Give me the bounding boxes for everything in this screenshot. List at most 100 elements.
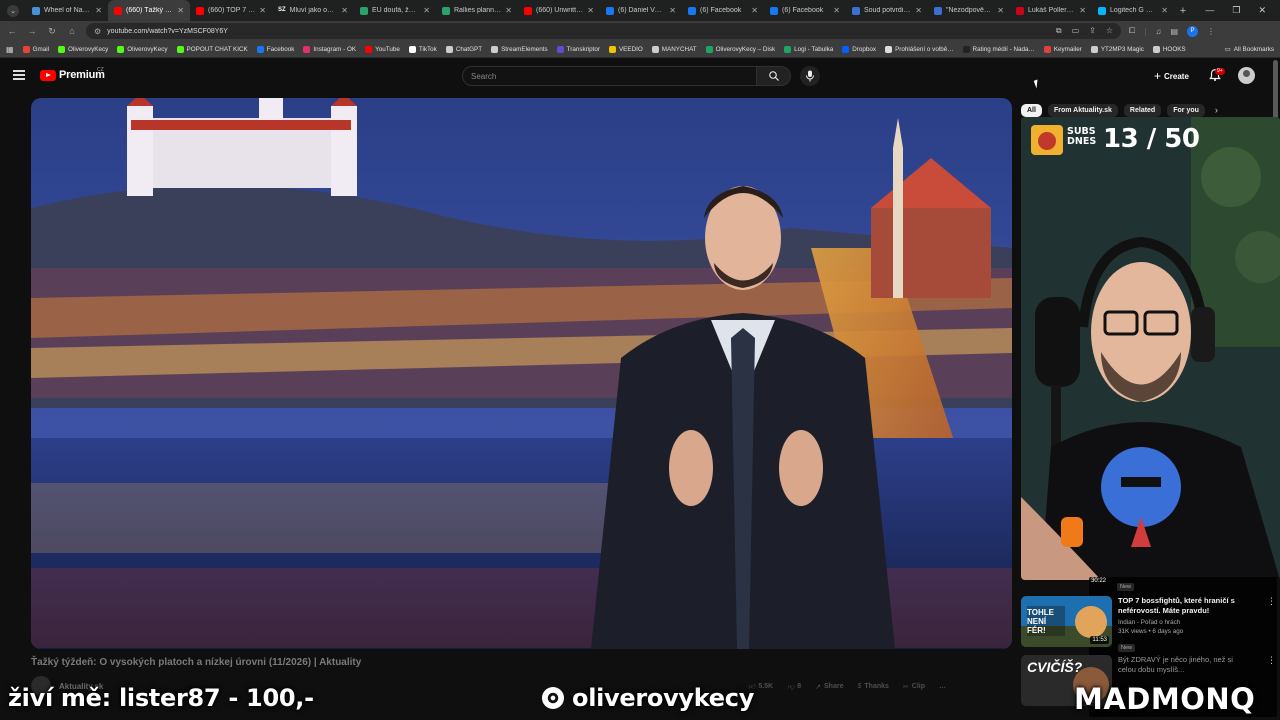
recommendation-item[interactable]: TOHLE NENÍ FÉR! 11:53 TOP 7 bossfightů, … (1021, 596, 1276, 654)
video-thumbnail[interactable]: TOHLE NENÍ FÉR! 11:53 (1021, 596, 1112, 647)
tab-close-icon[interactable]: ✕ (1161, 6, 1168, 15)
tab-close-icon[interactable]: ✕ (95, 6, 102, 15)
chevron-right-icon[interactable]: › (1215, 105, 1218, 115)
tab-close-icon[interactable]: ✕ (259, 6, 266, 15)
browser-tab[interactable]: (660) TOP 7 her z ✕ (190, 0, 272, 21)
site-info-icon[interactable]: ⚙ (94, 27, 101, 36)
bookmark-item[interactable]: OliverovyKecy – Disk (705, 45, 775, 53)
tab-close-icon[interactable]: ✕ (751, 6, 758, 15)
browser-tab[interactable]: (6) Daniel Vavra ✕ (600, 0, 682, 21)
chip-related[interactable]: Related (1123, 103, 1162, 117)
browser-tab[interactable]: EU doufá, že ma ✕ (354, 0, 436, 21)
video-player[interactable] (31, 98, 1012, 649)
browser-tab[interactable]: Rallies planned in✕ (436, 0, 518, 21)
voice-search-button[interactable] (800, 66, 820, 86)
bookmark-item[interactable]: YouTube (365, 45, 400, 53)
bookmark-item[interactable]: Keymailer (1043, 45, 1082, 53)
url-text: youtube.com/watch?v=YzMSCF08Y6Y (107, 27, 228, 35)
menu-kebab-icon[interactable]: ⋮ (1207, 27, 1215, 36)
tab-search-button[interactable]: ⌄ (0, 0, 26, 21)
bookmark-item[interactable]: StreamElements (491, 45, 548, 53)
recommendation-title[interactable]: TOP 7 bossfightů, které hraničí s neféro… (1118, 596, 1238, 616)
all-bookmarks-button[interactable]: ▭ All Bookmarks (1225, 46, 1274, 53)
media-icon[interactable]: ♫ (1155, 27, 1161, 36)
back-icon[interactable]: ← (6, 26, 18, 36)
tab-close-icon[interactable]: ✕ (997, 6, 1004, 15)
forward-icon[interactable]: → (26, 26, 38, 36)
bookmark-item[interactable]: POPOUT CHAT KICK (176, 45, 248, 53)
extensions-icon[interactable]: ⧠ (1129, 26, 1135, 36)
tab-close-icon[interactable]: ✕ (1079, 6, 1086, 15)
bookmark-item[interactable]: VEEDIO (608, 45, 643, 53)
youtube-logo[interactable]: Premium (40, 69, 105, 81)
browser-tab[interactable]: SZMluví jako on, dě✕ (272, 0, 354, 21)
tab-close-icon[interactable]: ✕ (915, 6, 922, 15)
browser-tab[interactable]: "Nezodpovědný ✕ (928, 0, 1010, 21)
share-button[interactable]: ↗ Share (815, 682, 843, 691)
search-button[interactable] (757, 66, 791, 86)
bookmark-item[interactable]: Facebook (256, 45, 294, 53)
apps-grid-icon[interactable]: ▦ (6, 45, 14, 54)
more-options-icon[interactable]: ⋮ (1267, 596, 1276, 654)
minimize-icon[interactable]: — (1205, 5, 1214, 16)
bookmark-favicon-icon (176, 45, 184, 53)
recommendation-channel[interactable]: Indian - Pořad o hrách (1118, 618, 1238, 627)
browser-tab[interactable]: Soud potvrdil po ✕ (846, 0, 928, 21)
dislike-button[interactable]: 👎︎ 8 (787, 682, 801, 691)
chip-all[interactable]: All (1021, 103, 1042, 117)
tab-close-icon[interactable]: ✕ (423, 6, 430, 15)
bookmark-item[interactable]: Logi - Tabulka (784, 45, 833, 53)
browser-tab[interactable]: Lukáš Pollert, oč ✕ (1010, 0, 1092, 21)
address-bar[interactable]: ⚙ youtube.com/watch?v=YzMSCF08Y6Y ⧉ ▭ ⇪ … (86, 23, 1121, 39)
chip-from-channel[interactable]: From Aktuality.sk (1047, 103, 1118, 117)
chip-for-you[interactable]: For you (1167, 103, 1205, 117)
tab-close-icon[interactable]: ✕ (833, 6, 840, 15)
tab-close-icon[interactable]: ✕ (341, 6, 348, 15)
bookmark-star-icon[interactable]: ☆ (1106, 26, 1113, 36)
browser-tab[interactable]: (6) Facebook ✕ (764, 0, 846, 21)
create-button[interactable]: + Create (1148, 67, 1195, 85)
thanks-icon: $ (857, 683, 862, 690)
bookmark-item[interactable]: YT2MP3 Magic (1090, 45, 1144, 53)
bookmark-item[interactable]: Instagram - OK (303, 45, 356, 53)
bookmark-item[interactable]: Prohlášení o volbě… (885, 45, 954, 53)
tab-close-icon[interactable]: ✕ (505, 6, 512, 15)
browser-tab[interactable]: (660) Ťažký týždeň✕ (108, 0, 190, 21)
bookmark-item[interactable]: OliverovyKecy (117, 45, 168, 53)
bookmark-item[interactable]: Rating médií - Nada… (962, 45, 1035, 53)
cast-icon[interactable]: ▭ (1072, 26, 1080, 36)
bookmark-item[interactable]: Transkriptor (556, 45, 600, 53)
tab-title: Rallies planned in (454, 7, 502, 14)
search-input[interactable]: Search (462, 66, 757, 86)
bookmark-item[interactable]: TikTok (408, 45, 437, 53)
tab-close-icon[interactable]: ✕ (177, 6, 184, 15)
browser-tab[interactable]: Logitech G PRO ✕ (1092, 0, 1174, 21)
bookmark-item[interactable]: HOOKS (1152, 45, 1186, 53)
tab-close-icon[interactable]: ✕ (669, 6, 676, 15)
browser-tab[interactable]: (6) Facebook ✕ (682, 0, 764, 21)
share-icon[interactable]: ⇪ (1089, 26, 1096, 36)
more-options-icon[interactable]: ⋮ (1267, 655, 1276, 706)
bookmark-item[interactable]: Gmail (22, 45, 49, 53)
bookmark-item[interactable]: Dropbox (842, 45, 876, 53)
bookmark-item[interactable]: MANYCHAT (651, 45, 697, 53)
sidepanel-icon[interactable]: ▤ (1170, 27, 1178, 36)
browser-tab[interactable]: (660) Unwritten ✕ (518, 0, 600, 21)
recommendation-title[interactable]: Být ZDRAVÝ je něco jiného, než si celou … (1118, 655, 1238, 675)
clip-button[interactable]: ✂ Clip (903, 682, 925, 691)
tab-close-icon[interactable]: ✕ (587, 6, 594, 15)
bookmark-item[interactable]: OliverovyKecy (58, 45, 108, 53)
menu-hamburger-icon[interactable] (13, 70, 25, 80)
reload-icon[interactable]: ↻ (46, 26, 58, 37)
maximize-icon[interactable]: ❐ (1232, 5, 1240, 16)
thanks-button[interactable]: $ Thanks (857, 682, 888, 691)
profile-avatar[interactable]: P (1187, 25, 1199, 37)
more-actions-button[interactable]: … (939, 682, 946, 691)
bookmark-item[interactable]: ChatGPT (445, 45, 482, 53)
home-icon[interactable]: ⌂ (66, 26, 78, 36)
translate-icon[interactable]: ⧉ (1056, 26, 1062, 36)
close-icon[interactable]: ✕ (1258, 5, 1266, 16)
browser-tab[interactable]: Wheel of Names ✕ (26, 0, 108, 21)
new-tab-button[interactable]: + (1174, 5, 1192, 17)
account-avatar[interactable] (1238, 67, 1255, 84)
